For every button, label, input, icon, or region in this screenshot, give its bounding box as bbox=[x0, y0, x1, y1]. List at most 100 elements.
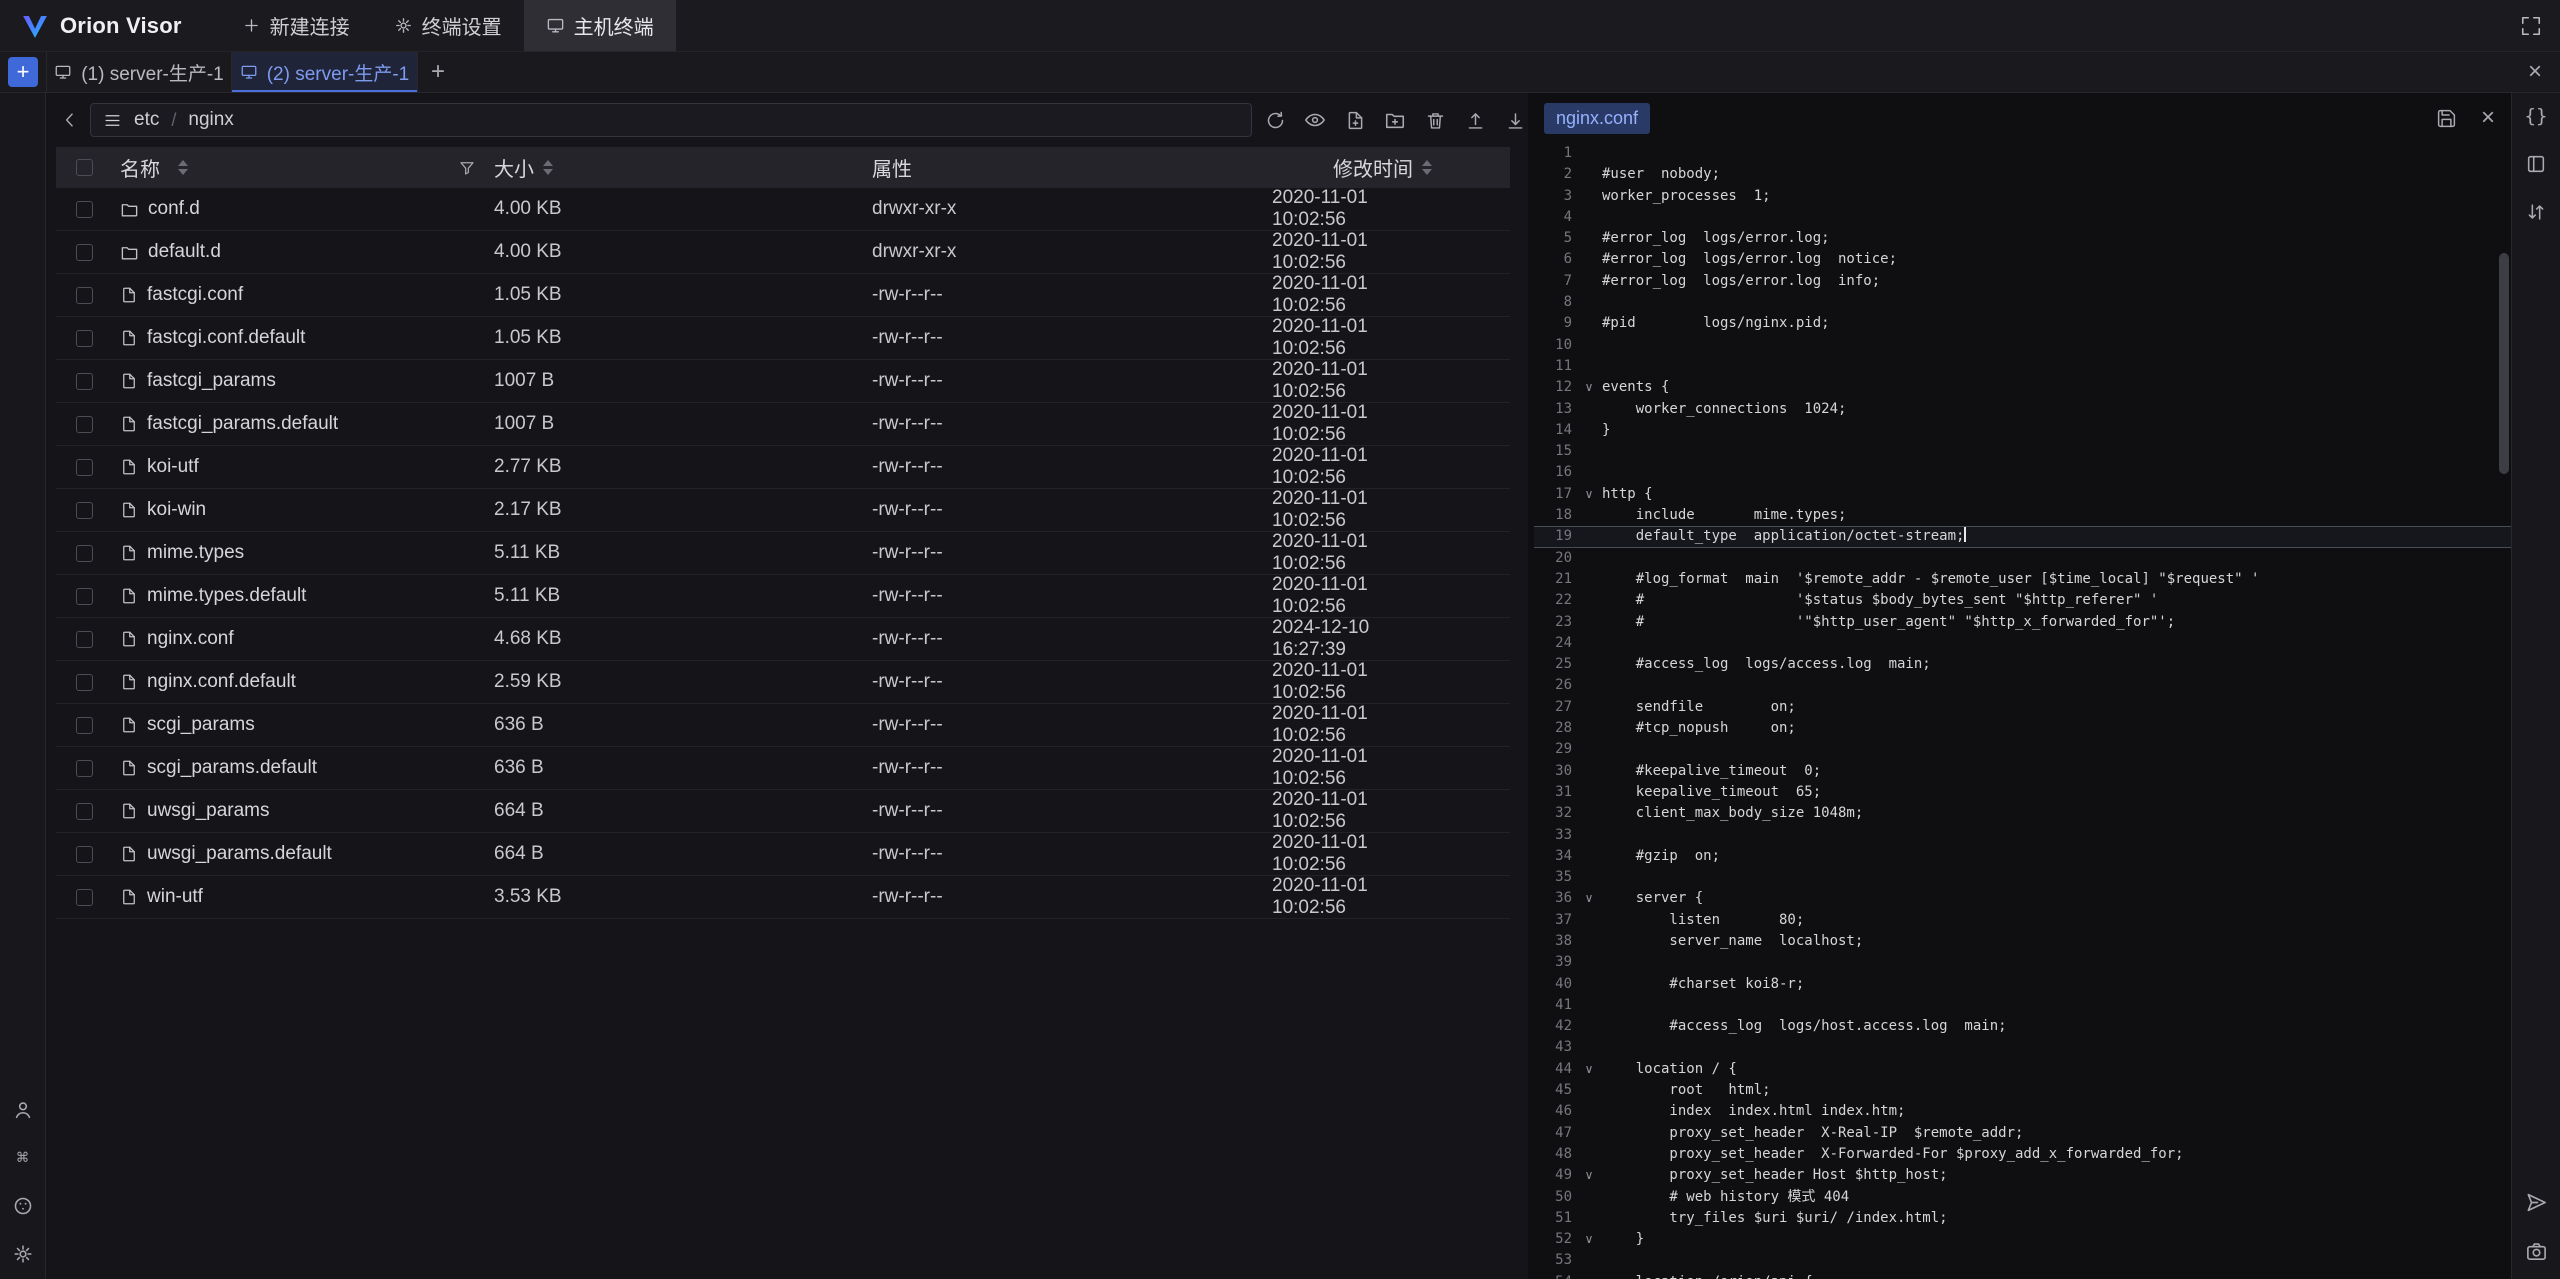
file-name[interactable]: conf.d bbox=[148, 198, 200, 220]
layout-panel-icon[interactable] bbox=[2525, 153, 2547, 175]
select-all-checkbox[interactable] bbox=[76, 159, 93, 176]
code-line[interactable]: 40 #charset koi8-r; bbox=[1534, 974, 2511, 995]
file-name[interactable]: default.d bbox=[148, 241, 221, 263]
command-shortcut-icon[interactable]: ⌘ bbox=[17, 1147, 28, 1169]
code-line[interactable]: 11 bbox=[1534, 356, 2511, 377]
row-checkbox[interactable] bbox=[76, 889, 93, 906]
code-line[interactable]: 52∨ } bbox=[1534, 1229, 2511, 1250]
code-line[interactable]: 16 bbox=[1534, 462, 2511, 483]
code-line[interactable]: 36∨ server { bbox=[1534, 888, 2511, 909]
code-line[interactable]: 34 #gzip on; bbox=[1534, 846, 2511, 867]
file-row[interactable]: scgi_params 636 B -rw-r--r-- 2020-11-01 … bbox=[56, 704, 1510, 747]
code-line[interactable]: 50 # web history 模式 404 bbox=[1534, 1187, 2511, 1208]
code-line[interactable]: 30 #keepalive_timeout 0; bbox=[1534, 761, 2511, 782]
file-row[interactable]: scgi_params.default 636 B -rw-r--r-- 202… bbox=[56, 747, 1510, 790]
file-row[interactable]: mime.types 5.11 KB -rw-r--r-- 2020-11-01… bbox=[56, 532, 1510, 575]
code-line[interactable]: 37 listen 80; bbox=[1534, 910, 2511, 931]
fold-chevron-icon[interactable]: ∨ bbox=[1576, 1229, 1602, 1250]
add-tab-button[interactable]: + bbox=[418, 52, 458, 92]
row-checkbox[interactable] bbox=[76, 287, 93, 304]
fold-chevron-icon[interactable]: ∨ bbox=[1576, 377, 1602, 398]
code-line[interactable]: 1 bbox=[1534, 143, 2511, 164]
fullscreen-icon[interactable] bbox=[2520, 15, 2542, 37]
new-file-icon[interactable] bbox=[1342, 105, 1368, 135]
fold-chevron-icon[interactable]: ∨ bbox=[1576, 888, 1602, 909]
row-checkbox[interactable] bbox=[76, 717, 93, 734]
row-checkbox[interactable] bbox=[76, 201, 93, 218]
code-line[interactable]: 46 index index.html index.htm; bbox=[1534, 1101, 2511, 1122]
code-line[interactable]: 20 bbox=[1534, 548, 2511, 569]
file-name[interactable]: uwsgi_params.default bbox=[147, 843, 332, 865]
code-line[interactable]: 35 bbox=[1534, 867, 2511, 888]
code-line[interactable]: 15 bbox=[1534, 441, 2511, 462]
file-name[interactable]: scgi_params bbox=[147, 714, 255, 736]
transfer-icon[interactable] bbox=[2525, 201, 2547, 223]
code-line[interactable]: 38 server_name localhost; bbox=[1534, 931, 2511, 952]
code-line[interactable]: 21 #log_format main '$remote_addr - $rem… bbox=[1534, 569, 2511, 590]
code-line[interactable]: 28 #tcp_nopush on; bbox=[1534, 718, 2511, 739]
code-line[interactable]: 6#error_log logs/error.log notice; bbox=[1534, 249, 2511, 270]
file-row[interactable]: mime.types.default 5.11 KB -rw-r--r-- 20… bbox=[56, 575, 1510, 618]
fold-chevron-icon[interactable]: ∨ bbox=[1576, 484, 1602, 505]
file-name[interactable]: fastcgi.conf bbox=[147, 284, 243, 306]
row-checkbox[interactable] bbox=[76, 545, 93, 562]
code-line[interactable]: 41 bbox=[1534, 995, 2511, 1016]
code-braces-icon[interactable]: {} bbox=[2525, 105, 2548, 127]
code-line[interactable]: 24 bbox=[1534, 633, 2511, 654]
file-row[interactable]: fastcgi_params.default 1007 B -rw-r--r--… bbox=[56, 403, 1510, 446]
fold-chevron-icon[interactable]: ∨ bbox=[1576, 1165, 1602, 1186]
row-checkbox[interactable] bbox=[76, 846, 93, 863]
row-checkbox[interactable] bbox=[76, 631, 93, 648]
editor-scrollbar[interactable] bbox=[2499, 253, 2509, 474]
file-name[interactable]: koi-utf bbox=[147, 456, 199, 478]
file-name[interactable]: fastcgi.conf.default bbox=[147, 327, 305, 349]
file-row[interactable]: conf.d 4.00 KB drwxr-xr-x 2020-11-01 10:… bbox=[56, 188, 1510, 231]
code-line[interactable]: 12∨events { bbox=[1534, 377, 2511, 398]
file-name[interactable]: uwsgi_params bbox=[147, 800, 270, 822]
upload-icon[interactable] bbox=[1462, 105, 1488, 135]
code-line[interactable]: 26 bbox=[1534, 675, 2511, 696]
menu-new-connection[interactable]: 新建连接 bbox=[220, 0, 372, 51]
code-line[interactable]: 25 #access_log logs/access.log main; bbox=[1534, 654, 2511, 675]
file-row[interactable]: fastcgi_params 1007 B -rw-r--r-- 2020-11… bbox=[56, 360, 1510, 403]
row-checkbox[interactable] bbox=[76, 330, 93, 347]
theme-icon[interactable] bbox=[12, 1195, 34, 1217]
code-line[interactable]: 17∨http { bbox=[1534, 484, 2511, 505]
code-line[interactable]: 4 bbox=[1534, 207, 2511, 228]
code-line[interactable]: 51 try_files $uri $uri/ /index.html; bbox=[1534, 1208, 2511, 1229]
file-row[interactable]: koi-win 2.17 KB -rw-r--r-- 2020-11-01 10… bbox=[56, 489, 1510, 532]
file-row[interactable]: default.d 4.00 KB drwxr-xr-x 2020-11-01 … bbox=[56, 231, 1510, 274]
terminal-tab[interactable]: (2) server-生产-1 bbox=[232, 52, 418, 92]
code-line[interactable]: 23 # '"$http_user_agent" "$http_x_forwar… bbox=[1534, 612, 2511, 633]
sort-name-icon[interactable] bbox=[178, 160, 188, 175]
col-header-mtime[interactable]: 修改时间 bbox=[1333, 153, 1413, 182]
code-line[interactable]: 10 bbox=[1534, 335, 2511, 356]
code-line[interactable]: 27 sendfile on; bbox=[1534, 697, 2511, 718]
row-checkbox[interactable] bbox=[76, 373, 93, 390]
code-line[interactable]: 3worker_processes 1; bbox=[1534, 186, 2511, 207]
file-name[interactable]: fastcgi_params.default bbox=[147, 413, 338, 435]
file-name[interactable]: koi-win bbox=[147, 499, 206, 521]
file-row[interactable]: nginx.conf 4.68 KB -rw-r--r-- 2024-12-10… bbox=[56, 618, 1510, 661]
close-panel-icon[interactable]: × bbox=[2510, 52, 2560, 92]
editor-close-icon[interactable]: × bbox=[2481, 106, 2495, 130]
row-checkbox[interactable] bbox=[76, 244, 93, 261]
code-line[interactable]: 42 #access_log logs/host.access.log main… bbox=[1534, 1016, 2511, 1037]
code-line[interactable]: 44∨ location / { bbox=[1534, 1059, 2511, 1080]
new-folder-icon[interactable] bbox=[1382, 105, 1408, 135]
file-row[interactable]: uwsgi_params 664 B -rw-r--r-- 2020-11-01… bbox=[56, 790, 1510, 833]
row-checkbox[interactable] bbox=[76, 674, 93, 691]
file-name[interactable]: scgi_params.default bbox=[147, 757, 317, 779]
row-checkbox[interactable] bbox=[76, 588, 93, 605]
row-checkbox[interactable] bbox=[76, 459, 93, 476]
breadcrumb-item-etc[interactable]: etc bbox=[134, 109, 159, 131]
sort-mtime-icon[interactable] bbox=[1422, 160, 1432, 175]
menu-terminal-settings[interactable]: 终端设置 bbox=[372, 0, 524, 51]
code-line[interactable]: 8 bbox=[1534, 292, 2511, 313]
new-tab-primary-button[interactable]: + bbox=[8, 57, 38, 87]
screenshot-camera-icon[interactable] bbox=[2525, 1240, 2548, 1263]
code-line[interactable]: 39 bbox=[1534, 952, 2511, 973]
file-name[interactable]: fastcgi_params bbox=[147, 370, 276, 392]
file-name[interactable]: nginx.conf bbox=[147, 628, 234, 650]
code-line[interactable]: 54∨ location /orion/api { bbox=[1534, 1272, 2511, 1279]
